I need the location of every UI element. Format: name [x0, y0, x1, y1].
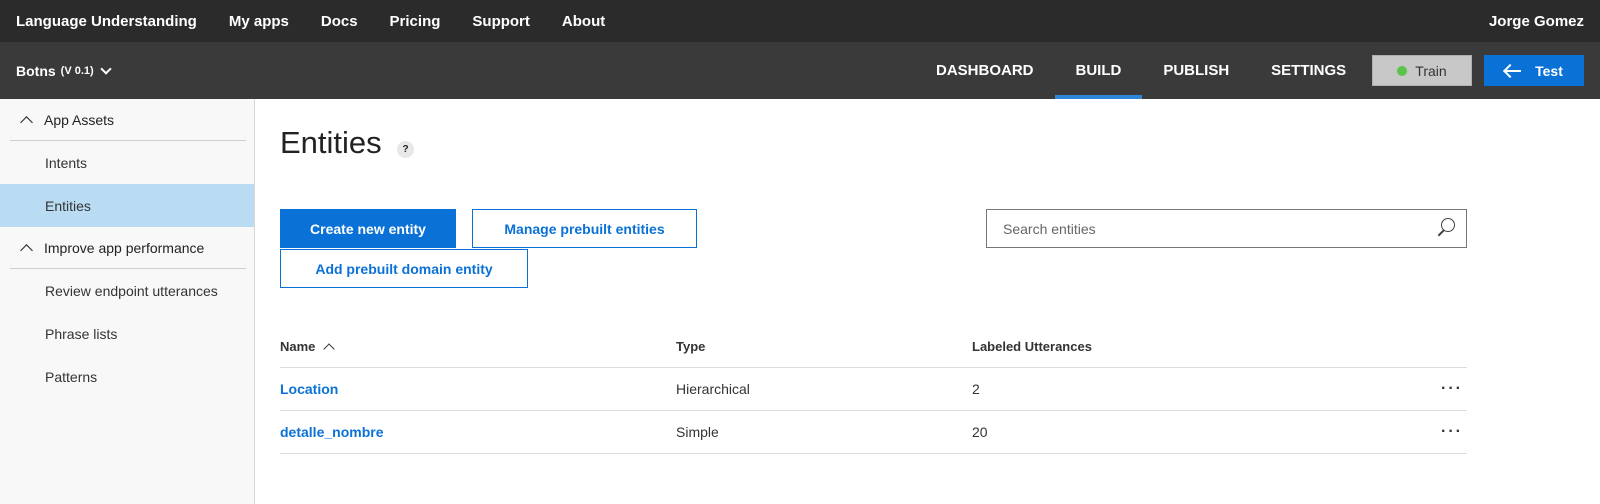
entity-name-link[interactable]: Location [280, 381, 338, 397]
sidebar-item-phrase-lists[interactable]: Phrase lists [0, 312, 254, 355]
tab-settings[interactable]: SETTINGS [1250, 42, 1367, 99]
test-button[interactable]: Test [1484, 55, 1584, 86]
brand-link[interactable]: Language Understanding [16, 13, 197, 30]
more-options-icon[interactable]: ··· [1441, 423, 1463, 441]
sidebar-section-label: App Assets [44, 112, 115, 128]
page-title: Entities [280, 125, 382, 160]
column-header-name[interactable]: Name [280, 339, 676, 355]
manage-prebuilt-entities-button[interactable]: Manage prebuilt entities [472, 209, 697, 248]
nav-pricing[interactable]: Pricing [390, 13, 441, 30]
train-button[interactable]: Train [1372, 55, 1472, 86]
arrow-left-icon [1505, 69, 1522, 72]
tab-dashboard[interactable]: DASHBOARD [936, 42, 1055, 99]
sidebar-item-review-endpoint-utterances[interactable]: Review endpoint utterances [0, 269, 254, 312]
entity-utterance-count: 20 [972, 424, 988, 440]
table-row: detalle_nombre Simple 20 ··· [280, 411, 1467, 454]
nav-about[interactable]: About [562, 13, 605, 30]
sort-ascending-icon [323, 343, 336, 355]
tab-publish[interactable]: PUBLISH [1142, 42, 1250, 99]
app-switcher[interactable]: Botns (V 0.1) [16, 62, 112, 79]
search-box [986, 209, 1467, 248]
chevron-up-icon [20, 116, 33, 129]
entity-type: Hierarchical [676, 381, 750, 397]
sidebar-section-label: Improve app performance [44, 240, 205, 256]
main-content: Entities ? Create new entity Manage preb… [280, 99, 1600, 504]
column-header-labeled-utterances: Labeled Utterances [972, 339, 1092, 354]
top-nav-bar: Language Understanding My apps Docs Pric… [0, 0, 1600, 42]
search-icon[interactable] [1426, 210, 1466, 247]
entity-name-link[interactable]: detalle_nombre [280, 424, 383, 440]
entity-type: Simple [676, 424, 719, 440]
sidebar-section-app-assets[interactable]: App Assets [0, 99, 254, 141]
app-tabs: DASHBOARD BUILD PUBLISH SETTINGS [936, 42, 1367, 99]
train-label: Train [1415, 62, 1447, 79]
sidebar: App Assets Intents Entities Improve app … [0, 99, 255, 504]
sidebar-item-patterns[interactable]: Patterns [0, 355, 254, 398]
column-header-label: Name [280, 339, 316, 354]
entity-utterance-count: 2 [972, 381, 980, 397]
test-label: Test [1535, 62, 1563, 79]
app-name: Botns [16, 62, 56, 79]
create-new-entity-button[interactable]: Create new entity [280, 209, 456, 248]
sidebar-item-intents[interactable]: Intents [0, 141, 254, 184]
nav-support[interactable]: Support [472, 13, 530, 30]
search-input[interactable] [987, 210, 1426, 247]
chevron-down-icon [100, 62, 112, 75]
user-menu[interactable]: Jorge Gomez [1489, 13, 1584, 30]
table-header: Name Type Labeled Utterances [280, 326, 1467, 368]
add-prebuilt-domain-entity-button[interactable]: Add prebuilt domain entity [280, 249, 528, 288]
chevron-up-icon [20, 244, 33, 257]
entities-table: Name Type Labeled Utterances Location Hi… [280, 326, 1467, 454]
status-dot-icon [1397, 65, 1408, 76]
nav-my-apps[interactable]: My apps [229, 13, 289, 30]
help-icon[interactable]: ? [397, 141, 414, 158]
tab-build[interactable]: BUILD [1054, 42, 1143, 99]
column-header-type: Type [676, 339, 706, 354]
app-version: (V 0.1) [60, 64, 94, 77]
more-options-icon[interactable]: ··· [1441, 380, 1463, 398]
sidebar-section-improve-app-performance[interactable]: Improve app performance [0, 227, 254, 269]
table-row: Location Hierarchical 2 ··· [280, 368, 1467, 411]
nav-docs[interactable]: Docs [321, 13, 358, 30]
sidebar-item-entities[interactable]: Entities [0, 184, 254, 227]
app-bar: Botns (V 0.1) DASHBOARD BUILD PUBLISH SE… [0, 42, 1600, 99]
